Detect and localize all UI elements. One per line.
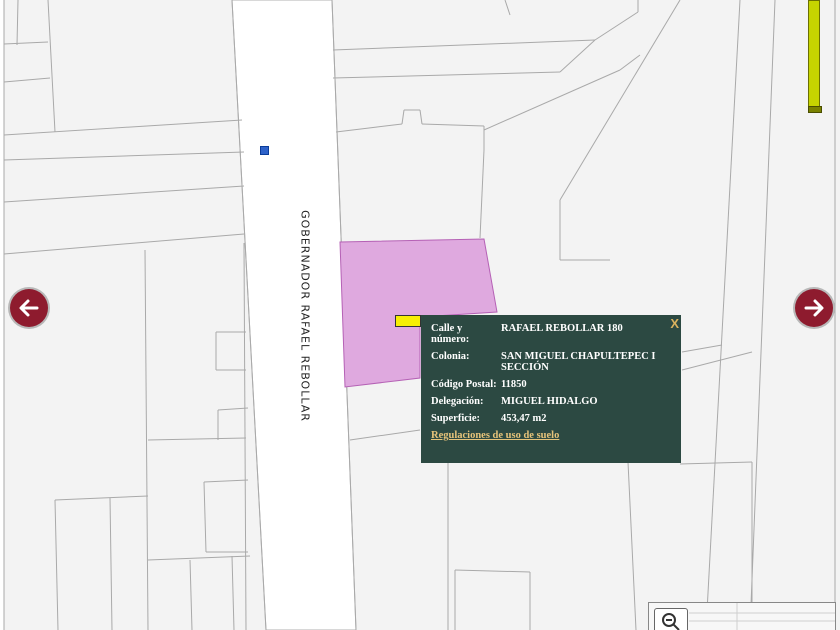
- selected-parcel-marker-icon[interactable]: [395, 315, 421, 327]
- next-button[interactable]: [795, 289, 833, 327]
- info-row: Código Postal: 11850: [431, 379, 669, 396]
- land-use-regulations-link[interactable]: Regulaciones de uso de suelo: [431, 430, 559, 441]
- info-row: Calle y número: RAFAEL REBOLLAR 180: [431, 323, 669, 351]
- info-key: Delegación:: [431, 396, 484, 407]
- arrow-left-icon: [19, 299, 39, 317]
- info-key: Colonia:: [431, 351, 470, 362]
- close-popup-button[interactable]: X: [670, 316, 679, 331]
- previous-button[interactable]: [10, 289, 48, 327]
- info-row: Colonia: SAN MIGUEL CHAPULTEPEC I SECCIÓ…: [431, 351, 669, 379]
- info-value: 11850: [501, 379, 527, 390]
- info-row: Superficie: 453,47 m2: [431, 413, 669, 430]
- zoom-slider-handle[interactable]: [808, 106, 822, 113]
- parcel-info-table: Calle y número: RAFAEL REBOLLAR 180 Colo…: [431, 323, 669, 430]
- parcel-info-popup: X Calle y número: RAFAEL REBOLLAR 180 Co…: [421, 315, 681, 463]
- info-value: 453,47 m2: [501, 413, 547, 424]
- zoom-slider[interactable]: [808, 0, 822, 113]
- arrow-right-icon: [804, 299, 824, 317]
- info-key: Calle y número:: [431, 323, 470, 345]
- info-key: Código Postal:: [431, 379, 497, 390]
- info-value: MIGUEL HIDALGO: [501, 396, 598, 407]
- info-value: RAFAEL REBOLLAR 180: [501, 323, 623, 334]
- zoom-out-icon: [662, 613, 680, 630]
- info-row: Delegación: MIGUEL HIDALGO: [431, 396, 669, 413]
- zoom-out-button[interactable]: [654, 608, 688, 630]
- street-label: GOBERNADOR RAFAEL REBOLLAR: [298, 210, 312, 422]
- info-key: Superficie:: [431, 413, 480, 424]
- poi-marker-icon[interactable]: [260, 146, 269, 155]
- info-value: SAN MIGUEL CHAPULTEPEC I SECCIÓN: [501, 351, 656, 373]
- map-canvas[interactable]: GOBERNADOR RAFAEL REBOLLAR X Calle y núm…: [0, 0, 840, 630]
